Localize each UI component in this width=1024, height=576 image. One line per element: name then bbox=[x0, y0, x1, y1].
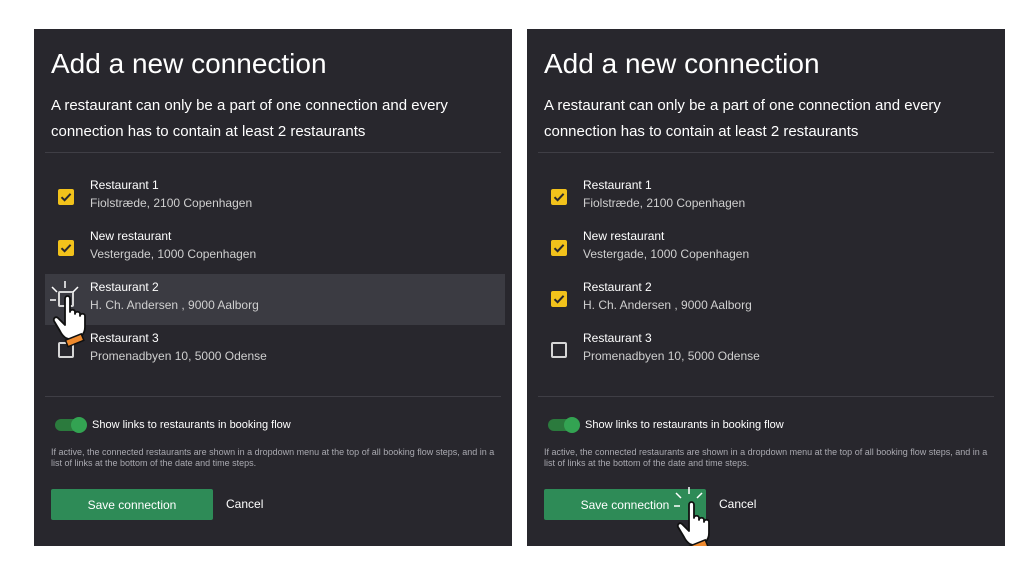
restaurant-row-3[interactable]: Restaurant 2 H. Ch. Andersen , 9000 Aalb… bbox=[538, 274, 998, 325]
booking-flow-links-toggle[interactable] bbox=[548, 417, 580, 433]
divider bbox=[45, 396, 501, 397]
restaurant-row-4[interactable]: Restaurant 3 Promenadbyen 10, 5000 Odens… bbox=[538, 325, 998, 376]
divider bbox=[45, 152, 501, 153]
restaurant-row-2[interactable]: New restaurant Vestergade, 1000 Copenhag… bbox=[538, 223, 998, 274]
checkmark-icon bbox=[553, 244, 565, 253]
divider bbox=[538, 152, 994, 153]
connection-dialog-step-1: Add a new connection A restaurant can on… bbox=[34, 29, 512, 546]
checkmark-icon bbox=[60, 193, 72, 202]
restaurant-name: New restaurant bbox=[583, 229, 665, 243]
dialog-title: Add a new connection bbox=[544, 48, 820, 79]
restaurant-address: Fiolstræde, 2100 Copenhagen bbox=[90, 196, 253, 210]
dialog-title: Add a new connection bbox=[51, 48, 327, 79]
restaurant-name: Restaurant 1 bbox=[90, 178, 159, 192]
restaurant-address: Promenadbyen 10, 5000 Odense bbox=[583, 349, 760, 363]
help-text: If active, the connected restaurants are… bbox=[51, 447, 495, 468]
checkbox-checked[interactable] bbox=[551, 240, 567, 256]
restaurant-row-1[interactable]: Restaurant 1 Fiolstræde, 2100 Copenhagen bbox=[538, 172, 998, 223]
help-text: If active, the connected restaurants are… bbox=[544, 447, 988, 468]
checkmark-icon bbox=[60, 244, 72, 253]
restaurant-name: Restaurant 2 bbox=[583, 280, 652, 294]
restaurant-address: Fiolstræde, 2100 Copenhagen bbox=[583, 196, 746, 210]
dialog-subtitle: A restaurant can only be a part of one c… bbox=[51, 97, 448, 140]
cancel-link[interactable]: Cancel bbox=[226, 497, 263, 511]
connection-dialog-step-2: Add a new connection A restaurant can on… bbox=[527, 29, 1005, 546]
checkmark-icon bbox=[553, 295, 565, 304]
toggle-knob bbox=[71, 417, 87, 433]
restaurant-name: Restaurant 3 bbox=[583, 331, 652, 345]
restaurant-row-2[interactable]: New restaurant Vestergade, 1000 Copenhag… bbox=[45, 223, 505, 274]
dialog-subtitle: A restaurant can only be a part of one c… bbox=[544, 97, 941, 140]
hand-cursor-icon bbox=[674, 487, 710, 546]
checkbox-checked[interactable] bbox=[551, 291, 567, 307]
restaurant-address: Vestergade, 1000 Copenhagen bbox=[583, 247, 750, 261]
checkbox-unchecked[interactable] bbox=[551, 342, 567, 358]
toggle-label: Show links to restaurants in booking flo… bbox=[92, 419, 291, 431]
checkmark-icon bbox=[553, 193, 565, 202]
checkbox-checked[interactable] bbox=[58, 189, 74, 205]
hand-cursor-icon bbox=[50, 281, 86, 348]
toggle-label: Show links to restaurants in booking flo… bbox=[585, 419, 784, 431]
restaurant-name: Restaurant 1 bbox=[583, 178, 652, 192]
restaurant-row-1[interactable]: Restaurant 1 Fiolstræde, 2100 Copenhagen bbox=[45, 172, 505, 223]
checkbox-checked[interactable] bbox=[58, 240, 74, 256]
restaurant-address: Vestergade, 1000 Copenhagen bbox=[90, 247, 257, 261]
divider bbox=[538, 396, 994, 397]
restaurant-address: Promenadbyen 10, 5000 Odense bbox=[90, 349, 267, 363]
checkbox-checked[interactable] bbox=[551, 189, 567, 205]
toggle-knob bbox=[564, 417, 580, 433]
restaurant-address: H. Ch. Andersen , 9000 Aalborg bbox=[583, 298, 752, 312]
restaurant-name: New restaurant bbox=[90, 229, 172, 243]
save-connection-button[interactable]: Save connection bbox=[51, 489, 213, 520]
booking-flow-links-toggle[interactable] bbox=[55, 417, 87, 433]
